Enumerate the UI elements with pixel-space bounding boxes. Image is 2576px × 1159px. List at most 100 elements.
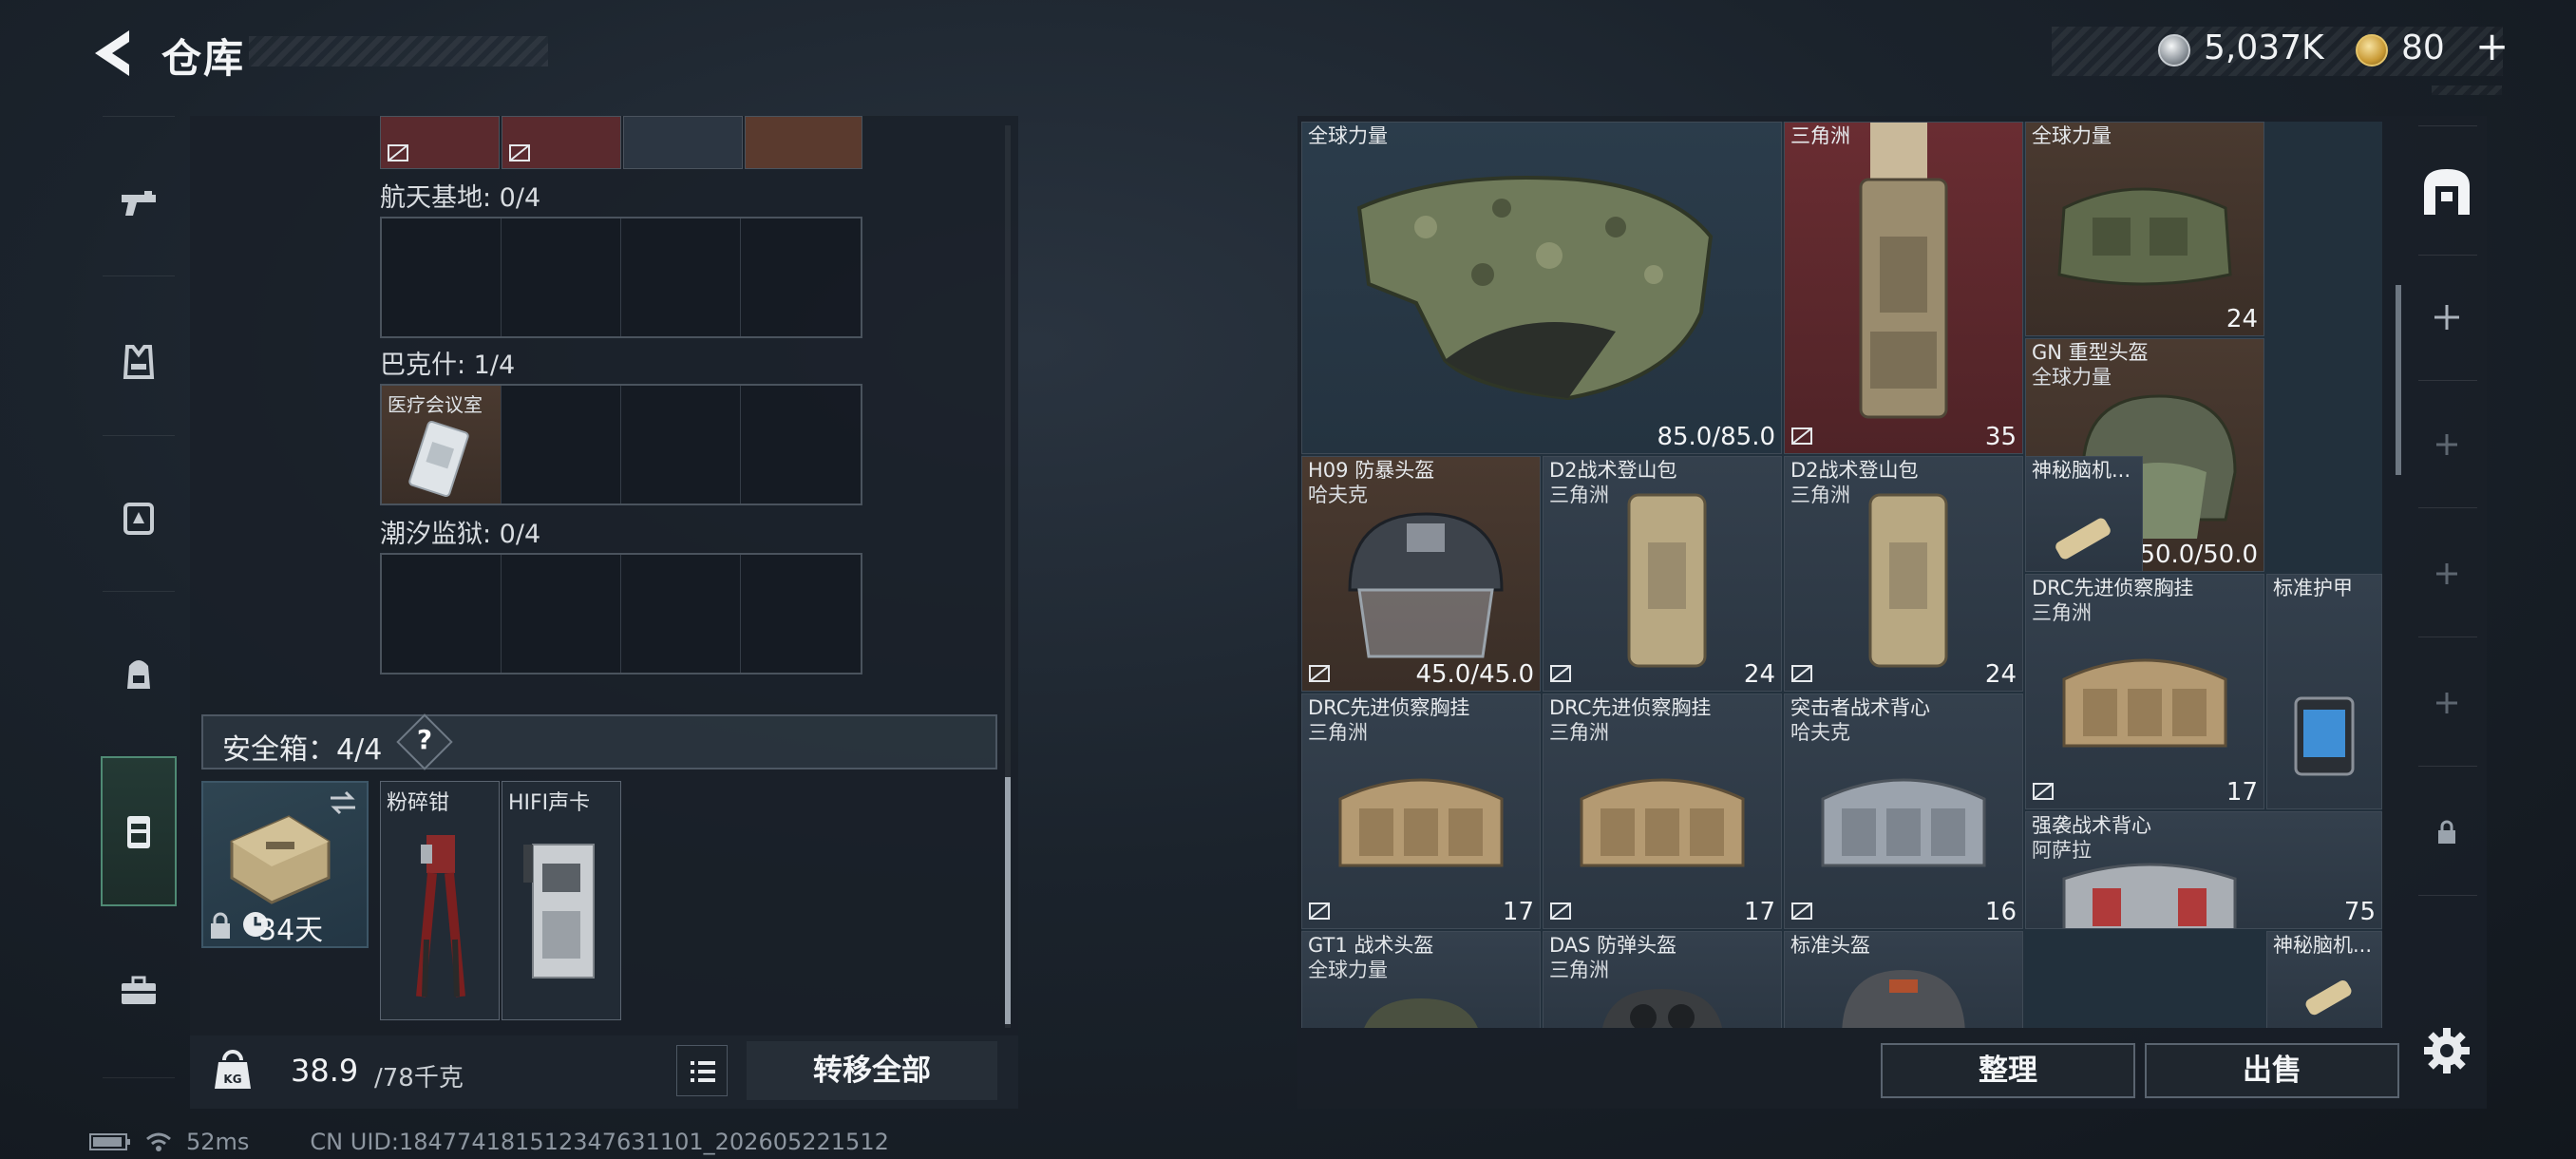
secure-slot-item[interactable]: HIFI声卡 xyxy=(502,781,621,1020)
empty-slot[interactable] xyxy=(621,218,741,336)
inventory-item[interactable]: 强袭战术背心 阿萨拉 75 xyxy=(2025,811,2382,929)
lock-icon xyxy=(2438,820,2455,844)
item-name: 标准护甲 xyxy=(2273,577,2353,599)
add-tab-button[interactable] xyxy=(2413,669,2481,737)
inventory-item[interactable]: DRC先进侦察胸挂 三角洲 17 xyxy=(1301,694,1541,929)
nav-toolbox[interactable] xyxy=(89,939,188,1043)
storage-cell[interactable] xyxy=(745,116,862,169)
no-trade-icon xyxy=(509,144,530,162)
inventory-scrollbar[interactable] xyxy=(2396,285,2401,475)
nav-armor[interactable] xyxy=(89,310,188,414)
empty-slot[interactable] xyxy=(741,555,861,673)
backpack-large-icon xyxy=(1859,123,1948,419)
no-trade-icon xyxy=(1791,902,1812,920)
lock-icon xyxy=(211,912,230,939)
item-name: 医疗会议室 xyxy=(388,393,483,416)
user-uid: CN UID:184774181512347631101_20260522151… xyxy=(310,1129,889,1155)
empty-slot[interactable] xyxy=(502,386,621,504)
item-name: GT1 战术头盔 xyxy=(1308,934,1434,957)
empty-slot[interactable] xyxy=(502,218,621,336)
capacity: 24 xyxy=(2226,305,2258,333)
nav-backpack[interactable] xyxy=(89,621,188,726)
body-armor-icon xyxy=(1356,176,1714,401)
sort-button[interactable]: 整理 xyxy=(1881,1043,2135,1098)
inventory-item[interactable]: DRC先进侦察胸挂 三角洲 17 xyxy=(2025,574,2264,809)
empty-slot[interactable] xyxy=(741,386,861,504)
nav-chest-rig[interactable] xyxy=(89,466,188,570)
item-name: 神秘脑机... xyxy=(2032,459,2131,482)
title-decoration xyxy=(249,36,548,66)
inventory-item[interactable]: 标准护甲 xyxy=(2266,574,2382,809)
inventory-item[interactable]: 神秘脑机... xyxy=(2266,931,2382,1028)
brain-chip-icon xyxy=(2055,518,2111,560)
nav-weapons[interactable] xyxy=(89,152,188,256)
no-trade-icon xyxy=(1550,665,1571,682)
inventory-item[interactable]: D2战术登山包 三角洲 24 xyxy=(1543,456,1782,692)
add-tab-button[interactable] xyxy=(2413,410,2481,479)
no-trade-icon xyxy=(1791,665,1812,682)
inventory-item[interactable]: DAS 防弹头盔 三角洲 xyxy=(1543,931,1782,1028)
empty-slot[interactable] xyxy=(621,386,741,504)
side-divider xyxy=(2418,255,2477,256)
list-icon xyxy=(691,1061,715,1082)
inventory-item[interactable]: D2战术登山包 三角洲 24 xyxy=(1784,456,2023,692)
inventory-item[interactable]: GT1 战术头盔 全球力量 xyxy=(1301,931,1541,1028)
filter-all-button[interactable] xyxy=(2413,158,2481,226)
back-button[interactable] xyxy=(87,27,137,80)
zone-label: 航天基地: 0/4 xyxy=(380,183,541,213)
swap-icon[interactable] xyxy=(327,788,359,817)
status-bar: 52ms CN UID:184774181512347631101_202605… xyxy=(89,1129,889,1155)
item-name: D2战术登山包 xyxy=(1790,459,1919,482)
secure-slot-item[interactable]: 粉碎钳 xyxy=(380,781,500,1020)
case-expiry: 34天 xyxy=(258,914,324,947)
inventory-item[interactable]: 全球力量 24 xyxy=(2025,122,2264,336)
toolbox-icon xyxy=(122,976,156,1004)
inventory-item[interactable]: 全球力量 85.0/85.0 xyxy=(1301,122,1782,454)
add-currency-button[interactable]: + xyxy=(2475,23,2509,69)
storage-cell[interactable] xyxy=(623,116,743,169)
storage-cell[interactable] xyxy=(380,116,500,169)
durability: 50.0/50.0 xyxy=(2139,541,2258,569)
add-tab-button[interactable] xyxy=(2413,540,2481,608)
secure-box-label: 安全箱：4/4 xyxy=(222,733,383,767)
chest-rig-item-icon xyxy=(1338,778,1504,867)
empty-slot[interactable] xyxy=(382,555,502,673)
svg-text:KG: KG xyxy=(223,1073,241,1086)
item-faction: 三角洲 xyxy=(1790,484,1850,506)
item-name: 粉碎钳 xyxy=(387,791,450,815)
side-divider xyxy=(2418,895,2477,896)
chest-rig-icon xyxy=(123,503,154,535)
empty-slot[interactable] xyxy=(741,218,861,336)
inventory-item[interactable]: 三角洲 35 xyxy=(1784,122,2023,454)
backpack-icon xyxy=(127,660,150,689)
sell-button[interactable]: 出售 xyxy=(2145,1043,2399,1098)
plus-icon xyxy=(2434,305,2459,330)
side-divider xyxy=(2418,507,2477,508)
locked-tab-button[interactable] xyxy=(2413,798,2481,866)
inventory-item[interactable]: 标准头盔 xyxy=(1784,931,2023,1028)
storage-cell[interactable] xyxy=(502,116,621,169)
inventory-item[interactable]: 神秘脑机... xyxy=(2025,456,2143,572)
empty-slot[interactable] xyxy=(382,218,502,336)
nav-storage[interactable] xyxy=(89,779,188,884)
add-tab-button[interactable] xyxy=(2413,283,2481,352)
item-faction: 三角洲 xyxy=(1308,721,1368,744)
item-faction: 哈夫克 xyxy=(1790,721,1850,744)
inventory-item[interactable]: 突击者战术背心 哈夫克 16 xyxy=(1784,694,2023,929)
no-trade-icon xyxy=(1309,902,1330,920)
empty-slot[interactable] xyxy=(621,555,741,673)
coin-icon xyxy=(2158,34,2190,66)
zone-grid: 医疗会议室 xyxy=(380,384,862,505)
storage-scroll-thumb[interactable] xyxy=(1005,777,1011,1024)
inventory-item[interactable]: H09 防暴头盔 哈夫克 45.0/45.0 xyxy=(1301,456,1541,692)
list-view-button[interactable] xyxy=(676,1045,728,1096)
inventory-item[interactable]: DRC先进侦察胸挂 三角洲 17 xyxy=(1543,694,1782,929)
ping-value: 52ms xyxy=(186,1129,250,1155)
storage-item[interactable]: 医疗会议室 xyxy=(382,386,502,504)
transfer-all-button[interactable]: 转移全部 xyxy=(747,1041,997,1100)
duffel-bag-icon xyxy=(2057,187,2232,286)
premium-balance: 80 xyxy=(2401,28,2445,67)
side-divider xyxy=(2418,766,2477,767)
settings-button[interactable] xyxy=(2418,1022,2475,1079)
empty-slot[interactable] xyxy=(502,555,621,673)
